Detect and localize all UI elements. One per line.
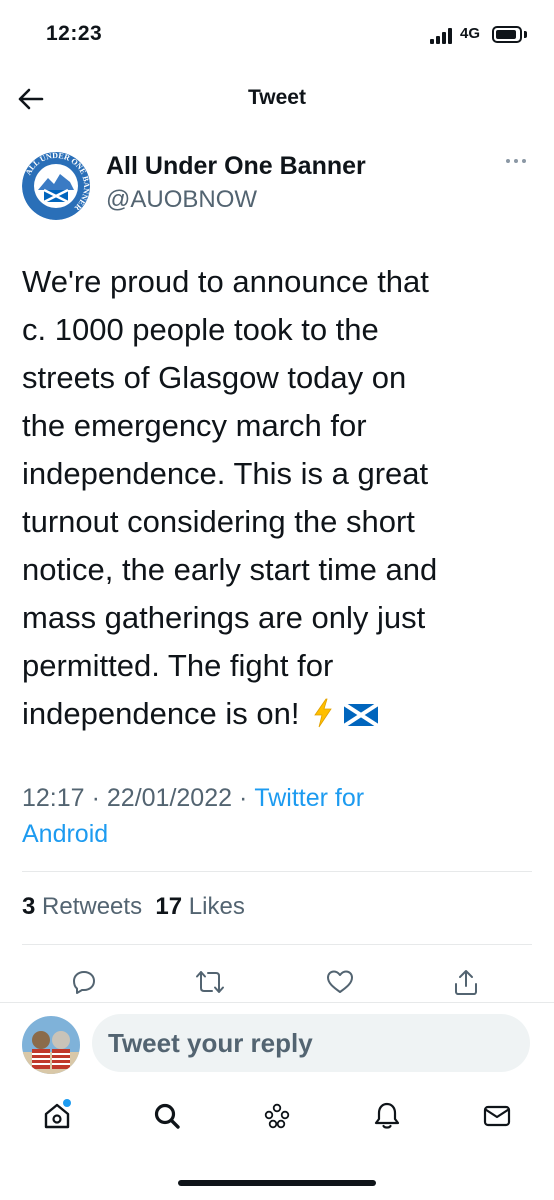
tweet-line: streets of Glasgow today on [22, 360, 407, 395]
nav-search[interactable] [147, 1096, 187, 1136]
tweet-source-link-2[interactable]: Android [22, 820, 108, 848]
user-avatar[interactable] [22, 1016, 80, 1074]
author-avatar[interactable]: ALL UNDER ONE BANNER [22, 152, 90, 220]
author-handle[interactable]: @AUOBNOW [106, 186, 257, 214]
retweets-count: 3 [22, 893, 36, 920]
divider [22, 944, 532, 945]
notifications-icon [374, 1102, 400, 1129]
signal-icon [430, 28, 456, 44]
tweet-line: permitted. The fight for [22, 648, 334, 683]
battery-icon [492, 26, 522, 43]
like-icon [327, 970, 353, 993]
tweet-line: c. 1000 people took to the [22, 312, 379, 347]
user-avatar-image [22, 1016, 80, 1074]
nav-messages[interactable] [477, 1096, 517, 1136]
nav-home[interactable] [37, 1096, 77, 1136]
meta-separator: · [239, 784, 248, 812]
tweet-actions [64, 962, 504, 1002]
more-options-button[interactable] [506, 154, 532, 168]
tweet-line: independence. This is a great [22, 456, 429, 491]
tweet-line: We're proud to announce that [22, 264, 429, 299]
auob-logo: ALL UNDER ONE BANNER [22, 152, 90, 220]
tweet-source-link[interactable]: Twitter for [254, 784, 364, 812]
likes-stat[interactable]: 17 Likes [155, 893, 244, 920]
divider [22, 871, 532, 872]
reply-icon [73, 971, 95, 994]
search-icon [154, 1103, 180, 1129]
tweet-author: ALL UNDER ONE BANNER All Under One Banne… [22, 146, 532, 224]
tweet-meta: 12:17 · 22/01/2022 · Twitter for Android [22, 780, 532, 852]
spaces-icon [264, 1103, 290, 1129]
meta-separator: · [91, 784, 100, 812]
retweet-icon [196, 971, 224, 993]
notification-dot [63, 1099, 71, 1107]
lightning-bolt-emoji [313, 698, 332, 728]
page-title: Tweet [248, 86, 306, 109]
tweet-stats: 3 Retweets 17 Likes [22, 893, 245, 921]
tweet-text: We're proud to announce that c. 1000 peo… [22, 258, 542, 738]
tweet-line: the emergency march for [22, 408, 367, 443]
network-label: 4G [460, 25, 481, 42]
retweet-button[interactable] [190, 962, 230, 1002]
dot-icon [506, 159, 510, 163]
bottom-nav [0, 1090, 554, 1146]
home-indicator [178, 1180, 376, 1186]
author-name[interactable]: All Under One Banner [106, 152, 366, 181]
likes-count: 17 [155, 893, 183, 920]
dot-icon [514, 159, 518, 163]
tweet-time: 12:17 [22, 784, 85, 812]
nav-notifications[interactable] [367, 1096, 407, 1136]
retweets-stat[interactable]: 3 Retweets [22, 893, 142, 920]
battery-tip [524, 31, 527, 38]
share-icon [455, 970, 477, 995]
status-time: 12:23 [46, 22, 103, 45]
reply-button[interactable] [64, 962, 104, 1002]
scotland-flag-emoji [343, 704, 378, 726]
nav-spaces[interactable] [257, 1096, 297, 1136]
tweet-line: notice, the early start time and [22, 552, 438, 587]
like-button[interactable] [320, 962, 360, 1002]
likes-label: Likes [188, 893, 245, 920]
tweet-line-text: independence is on! [22, 696, 300, 731]
tweet-date: 22/01/2022 [106, 784, 233, 812]
tweet-header: Tweet [0, 76, 554, 122]
status-bar: 12:23 4G [0, 0, 554, 70]
reply-input[interactable]: Tweet your reply [92, 1014, 530, 1072]
retweets-label: Retweets [42, 893, 143, 920]
messages-icon [483, 1105, 511, 1127]
dot-icon [522, 159, 526, 163]
tweet-line-last: independence is on! [22, 690, 542, 738]
share-button[interactable] [446, 962, 486, 1002]
tweet-line: mass gatherings are only just [22, 600, 426, 635]
reply-bar: Tweet your reply [0, 1002, 554, 1084]
tweet-line: turnout considering the short [22, 504, 415, 539]
